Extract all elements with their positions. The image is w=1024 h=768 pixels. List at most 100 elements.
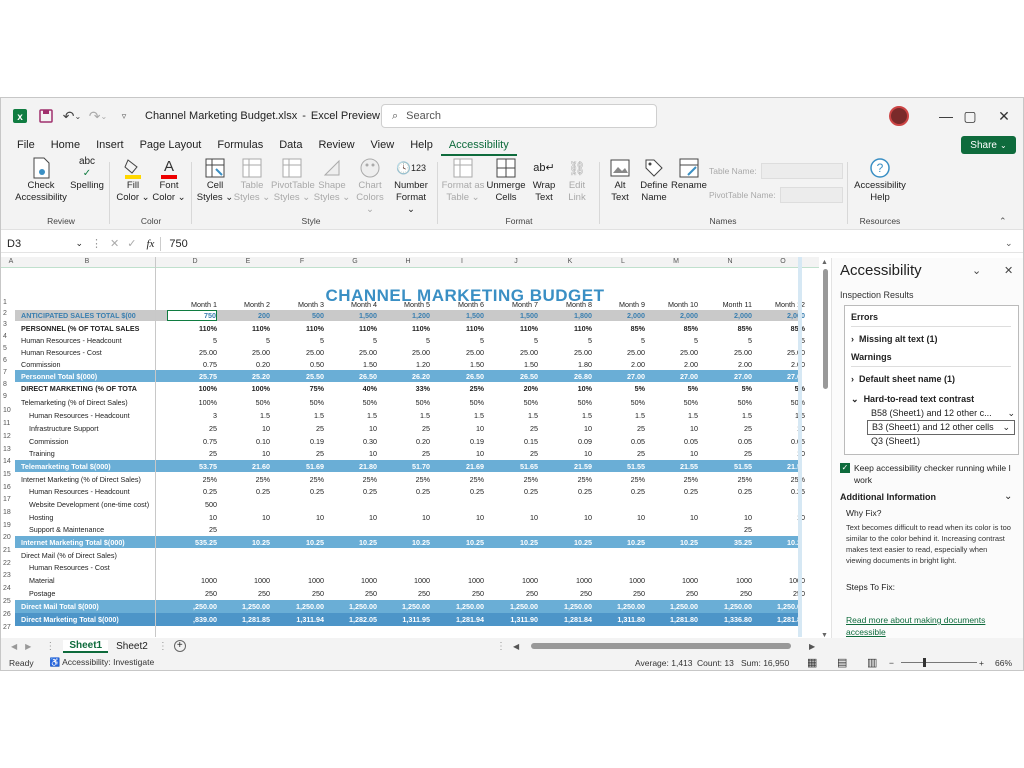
table-cell[interactable]: 10 bbox=[167, 513, 217, 522]
table-cell[interactable]: 10 bbox=[434, 513, 484, 522]
row-header[interactable]: 1 bbox=[3, 299, 7, 306]
column-header[interactable]: F bbox=[296, 258, 308, 265]
table-cell[interactable]: 25.00 bbox=[327, 348, 377, 357]
table-cell[interactable]: 1.5 bbox=[380, 411, 430, 420]
table-cell[interactable]: 2.00 bbox=[595, 360, 645, 369]
table-cell[interactable]: 26.80 bbox=[542, 372, 592, 381]
table-cell[interactable]: 1000 bbox=[434, 576, 484, 585]
table-cell[interactable]: 1.5 bbox=[220, 411, 270, 420]
column-header[interactable]: O bbox=[777, 258, 789, 265]
table-cell[interactable]: 10 bbox=[220, 513, 270, 522]
row-label[interactable]: Human Resources - Headcount bbox=[21, 336, 122, 345]
table-cell[interactable]: 500 bbox=[274, 311, 324, 320]
tab-file[interactable]: File bbox=[9, 134, 43, 156]
table-cell[interactable]: 1,281.85 bbox=[220, 615, 270, 624]
month-header[interactable]: Month 1 bbox=[167, 300, 217, 309]
table-cell[interactable]: 1000 bbox=[327, 576, 377, 585]
table-cell[interactable]: 10 bbox=[542, 424, 592, 433]
table-cell[interactable]: 51.55 bbox=[595, 462, 645, 471]
table-cell[interactable]: 25 bbox=[167, 424, 217, 433]
row-header[interactable]: 16 bbox=[3, 484, 11, 491]
row-header[interactable]: 4 bbox=[3, 333, 7, 340]
undo-icon[interactable]: ↶ ⌄ bbox=[61, 105, 83, 127]
table-cell[interactable]: 26.50 bbox=[434, 372, 484, 381]
column-header[interactable]: M bbox=[670, 258, 682, 265]
table-cell[interactable]: 1.20 bbox=[380, 360, 430, 369]
collapse-ribbon-icon[interactable]: ⌃ bbox=[999, 216, 1007, 227]
table-cell[interactable]: 50% bbox=[542, 398, 592, 407]
table-cell[interactable]: 10 bbox=[274, 513, 324, 522]
table-cell[interactable]: 1,250.00 bbox=[542, 602, 592, 611]
row-label[interactable]: Personnel Total $(000) bbox=[21, 372, 97, 381]
row-label[interactable]: Commission bbox=[21, 360, 61, 369]
tab-home[interactable]: Home bbox=[43, 134, 88, 156]
table-cell[interactable]: 10.25 bbox=[327, 538, 377, 547]
issue-item-q3[interactable]: Q3 (Sheet1) bbox=[871, 436, 920, 446]
row-label[interactable]: Direct Marketing Total $(000) bbox=[21, 615, 119, 624]
table-cell[interactable]: 27.00 bbox=[595, 372, 645, 381]
table-cell[interactable]: 1,311.94 bbox=[274, 615, 324, 624]
row-label[interactable]: Support & Maintenance bbox=[29, 525, 104, 534]
tab-review[interactable]: Review bbox=[310, 134, 362, 156]
issue-item-b3[interactable]: B3 (Sheet1) and 12 other cells ⌄ bbox=[867, 420, 1015, 435]
table-cell[interactable]: 27.00 bbox=[648, 372, 698, 381]
default-sheet-item[interactable]: › Default sheet name (1) bbox=[851, 374, 955, 384]
table-cell[interactable]: 10 bbox=[327, 449, 377, 458]
table-cell[interactable]: 1,250.00 bbox=[488, 602, 538, 611]
table-cell[interactable]: 250 bbox=[167, 589, 217, 598]
hard-contrast-item[interactable]: ⌄ Hard-to-read text contrast bbox=[851, 394, 974, 405]
table-cell[interactable]: 0.75 bbox=[167, 437, 217, 446]
table-cell[interactable]: 25.00 bbox=[220, 348, 270, 357]
table-cell[interactable]: 50% bbox=[220, 398, 270, 407]
table-cell[interactable]: 51.65 bbox=[488, 462, 538, 471]
table-cell[interactable]: 50% bbox=[702, 398, 752, 407]
table-cell[interactable]: 26.20 bbox=[380, 372, 430, 381]
table-cell[interactable]: 25.00 bbox=[648, 348, 698, 357]
table-cell[interactable]: 0.25 bbox=[595, 487, 645, 496]
table-cell[interactable]: 0.30 bbox=[327, 437, 377, 446]
column-header[interactable]: J bbox=[510, 258, 522, 265]
table-cell[interactable]: 100% bbox=[167, 398, 217, 407]
table-cell[interactable]: 1,311.80 bbox=[595, 615, 645, 624]
table-cell[interactable]: 110% bbox=[542, 324, 592, 333]
sheet-tab-sheet1[interactable]: Sheet1 bbox=[63, 639, 109, 653]
table-cell[interactable]: 25% bbox=[488, 475, 538, 484]
zoom-slider-thumb[interactable] bbox=[923, 658, 926, 667]
cell-styles-button[interactable]: Cell Styles ⌄ bbox=[195, 156, 235, 212]
table-cell[interactable]: 1.50 bbox=[327, 360, 377, 369]
row-header[interactable]: 6 bbox=[3, 357, 7, 364]
column-header[interactable]: G bbox=[349, 258, 361, 265]
month-header[interactable]: Month 8 bbox=[542, 300, 592, 309]
fill-color-button[interactable]: Fill Color ⌄ bbox=[115, 156, 151, 212]
customize-qat-icon[interactable]: ▿ bbox=[113, 105, 135, 127]
table-cell[interactable]: 1,250.00 bbox=[380, 602, 430, 611]
row-header[interactable]: 7 bbox=[3, 369, 7, 376]
table-cell[interactable]: 25.75 bbox=[167, 372, 217, 381]
column-header[interactable]: N bbox=[724, 258, 736, 265]
table-cell[interactable]: 1,250.00 bbox=[434, 602, 484, 611]
page-layout-view-icon[interactable]: ▤ bbox=[837, 656, 847, 669]
table-cell[interactable]: 1,250.00 bbox=[702, 602, 752, 611]
row-label[interactable]: Hosting bbox=[29, 513, 53, 522]
chevron-down-icon[interactable]: ⌄ bbox=[1004, 491, 1012, 502]
table-cell[interactable]: 110% bbox=[274, 324, 324, 333]
row-header[interactable]: 17 bbox=[3, 496, 11, 503]
table-cell[interactable]: 21.55 bbox=[648, 462, 698, 471]
table-cell[interactable]: 5% bbox=[595, 384, 645, 393]
table-cell[interactable]: 25% bbox=[274, 475, 324, 484]
accessibility-help-button[interactable]: ? Accessibility Help bbox=[851, 156, 909, 212]
row-label[interactable]: PERSONNEL (% OF TOTAL SALES bbox=[21, 324, 139, 333]
month-header[interactable]: Month 7 bbox=[488, 300, 538, 309]
table-cell[interactable]: 25.00 bbox=[542, 348, 592, 357]
table-cell[interactable]: 1,500 bbox=[327, 311, 377, 320]
row-label[interactable]: Infrastructure Support bbox=[29, 424, 99, 433]
function-icon[interactable]: fx bbox=[146, 238, 154, 250]
table-cell[interactable]: 50% bbox=[648, 398, 698, 407]
vertical-scrollbar[interactable]: ▲ ▼ bbox=[821, 259, 831, 639]
table-cell[interactable]: 25.20 bbox=[220, 372, 270, 381]
table-cell[interactable]: 25 bbox=[595, 424, 645, 433]
next-sheet-icon[interactable]: ▶ bbox=[25, 642, 31, 651]
table-cell[interactable]: 5 bbox=[702, 336, 752, 345]
row-header[interactable]: 2 bbox=[3, 310, 7, 317]
table-cell[interactable]: 85% bbox=[595, 324, 645, 333]
